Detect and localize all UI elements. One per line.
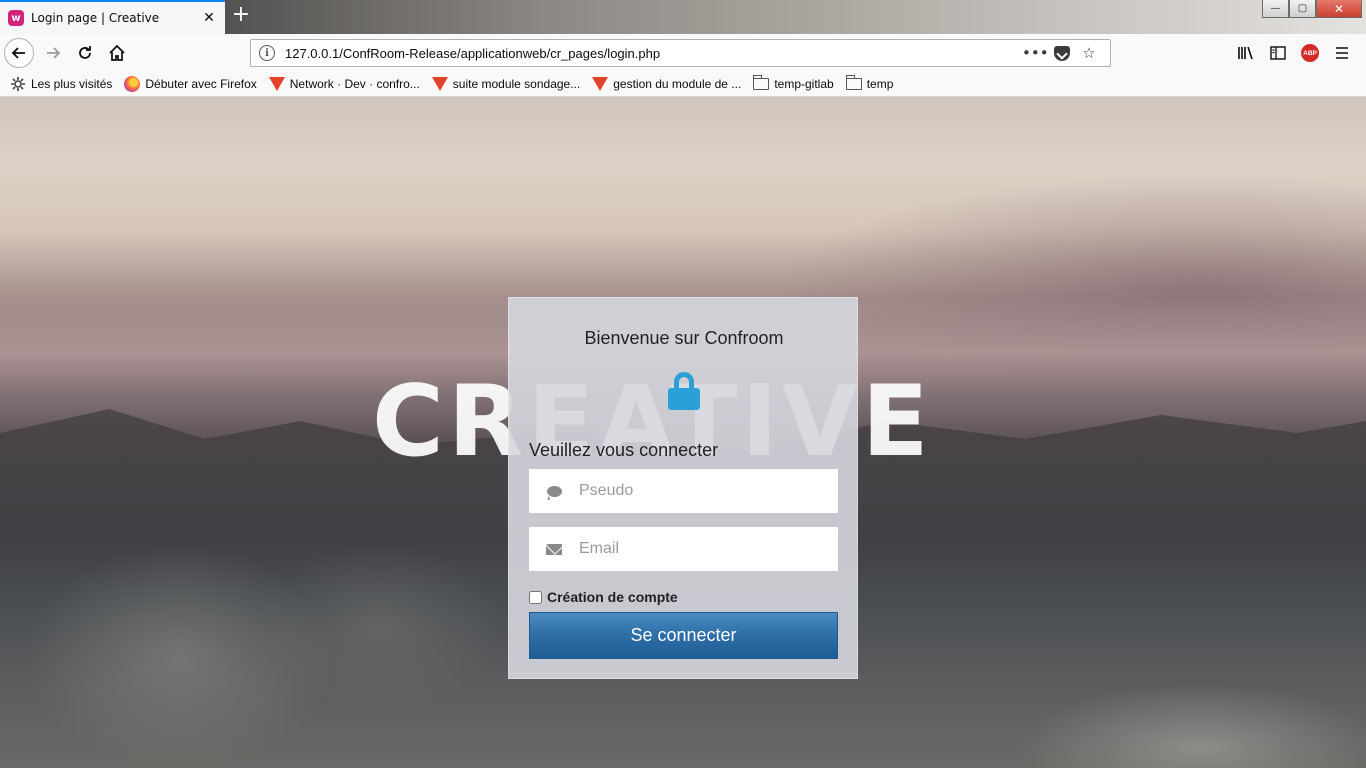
sidebar-icon[interactable]: [1262, 38, 1294, 68]
firefox-icon: [124, 76, 141, 92]
reload-button[interactable]: [70, 38, 100, 68]
menu-icon[interactable]: [1326, 38, 1358, 68]
bookmark-getting-started[interactable]: Débuter avec Firefox: [124, 76, 257, 92]
close-tab-icon[interactable]: ✕: [201, 10, 217, 26]
bookmark-gestion-module[interactable]: gestion du module de ...: [592, 77, 741, 91]
page-background: CREATIVE Bienvenue sur Confroom Veuillez…: [0, 97, 1366, 768]
home-icon: [109, 44, 125, 61]
site-info-icon[interactable]: i: [259, 45, 275, 61]
bookmark-network-dev[interactable]: Network · Dev · confro...: [268, 77, 420, 91]
gitlab-icon: [431, 77, 448, 91]
bookmark-label: suite module sondage...: [452, 77, 581, 91]
login-subtitle: Veuillez vous connecter: [529, 440, 719, 460]
comment-icon: [529, 485, 579, 497]
folder-icon: [753, 75, 770, 90]
bookmark-most-visited[interactable]: Les plus visités: [10, 76, 112, 92]
forward-button[interactable]: [38, 38, 68, 68]
bookmarks-toolbar: Les plus visités Débuter avec Firefox Ne…: [0, 72, 1366, 97]
pseudo-input[interactable]: [579, 471, 838, 511]
minimize-button[interactable]: —: [1262, 0, 1289, 18]
bookmark-label: Network · Dev · confro...: [289, 77, 420, 91]
arrow-left-icon: [11, 47, 25, 59]
close-window-button[interactable]: ✕: [1316, 0, 1362, 18]
reload-icon: [79, 46, 91, 59]
gitlab-icon: [268, 77, 285, 91]
adblock-icon: ABP: [1301, 44, 1319, 62]
maximize-button[interactable]: ▢: [1289, 0, 1316, 18]
page-actions-icon[interactable]: •••: [1022, 44, 1049, 62]
bookmark-label: temp: [866, 77, 894, 91]
lock-icon: [668, 372, 700, 412]
folder-icon: [845, 75, 862, 90]
email-input[interactable]: [579, 529, 838, 569]
login-panel: Bienvenue sur Confroom Veuillez vous con…: [508, 297, 858, 679]
bookmark-label: temp-gitlab: [774, 77, 834, 91]
toolbar-right: ABP: [1230, 38, 1358, 68]
create-account-label[interactable]: Création de compte: [547, 589, 678, 605]
gear-icon: [10, 76, 26, 92]
gitlab-icon: [592, 77, 609, 91]
bookmark-label: Débuter avec Firefox: [145, 77, 257, 91]
bookmark-temp-gitlab[interactable]: temp-gitlab: [753, 75, 834, 91]
login-title: Bienvenue sur Confroom: [584, 328, 784, 348]
email-field: [529, 527, 838, 571]
pocket-icon[interactable]: [1054, 45, 1070, 61]
library-icon[interactable]: [1230, 38, 1262, 68]
create-account-row: Création de compte: [529, 589, 678, 605]
bookmark-temp[interactable]: temp: [845, 75, 894, 91]
pseudo-field: [529, 469, 838, 513]
bookmark-star-icon[interactable]: ☆: [1076, 44, 1102, 62]
adblock-button[interactable]: ABP: [1294, 38, 1326, 68]
new-tab-button[interactable]: +: [230, 4, 252, 27]
login-submit-button[interactable]: Se connecter: [529, 612, 838, 659]
bookmark-label: Les plus visités: [31, 77, 113, 91]
navigation-toolbar: i 127.0.0.1/ConfRoom-Release/application…: [0, 34, 1366, 72]
url-text[interactable]: 127.0.0.1/ConfRoom-Release/applicationwe…: [285, 46, 1022, 61]
back-button[interactable]: [4, 38, 34, 68]
tab-title: Login page | Creative: [31, 11, 160, 25]
site-favicon-icon: w: [8, 10, 24, 26]
create-account-checkbox[interactable]: [529, 590, 542, 604]
bookmark-label: gestion du module de ...: [613, 77, 742, 91]
envelope-icon: [529, 543, 579, 555]
address-bar[interactable]: i 127.0.0.1/ConfRoom-Release/application…: [250, 39, 1111, 67]
home-button[interactable]: [102, 38, 132, 68]
bookmark-suite-module[interactable]: suite module sondage...: [431, 77, 581, 91]
tab-login-page[interactable]: w Login page | Creative ✕: [0, 0, 225, 34]
arrow-right-icon: [47, 47, 61, 59]
tab-bar: w Login page | Creative ✕ + — ▢ ✕: [0, 0, 1366, 34]
window-controls: — ▢ ✕: [1262, 0, 1362, 18]
